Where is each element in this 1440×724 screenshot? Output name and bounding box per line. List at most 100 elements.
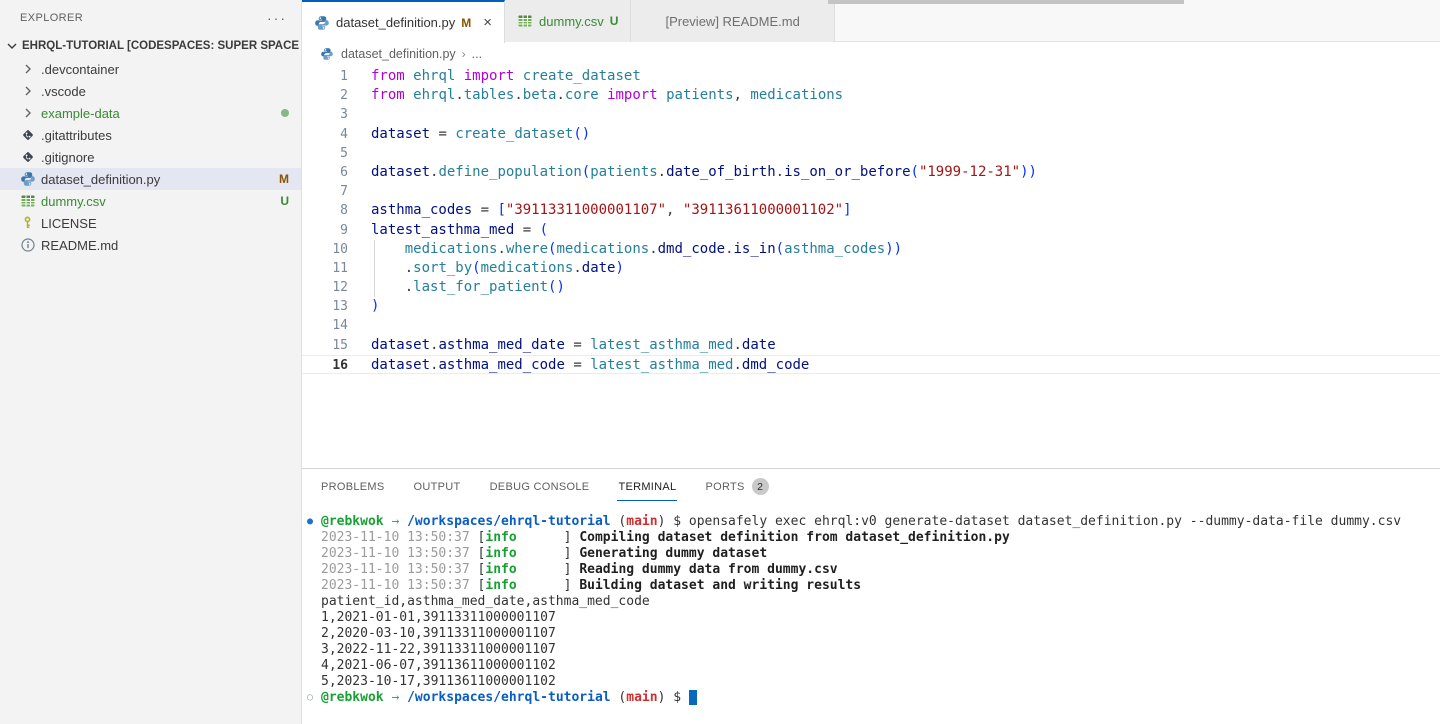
terminal-gutter (307, 626, 321, 642)
workspace-root-folder[interactable]: EHRQL-TUTORIAL [CODESPACES: SUPER SPACE … (0, 34, 301, 58)
panel-tab-output[interactable]: OUTPUT (413, 469, 462, 504)
vscode-window: EXPLORER ··· EHRQL-TUTORIAL [CODESPACES:… (0, 0, 1440, 724)
code-line-7[interactable]: 7 (302, 182, 1440, 201)
line-number: 4 (302, 125, 348, 144)
file-label: .gitattributes (41, 128, 289, 143)
code-text: dataset.asthma_med_date = latest_asthma_… (348, 336, 1440, 355)
code-text: latest_asthma_med = ( (348, 221, 1440, 240)
code-line-8[interactable]: 8asthma_codes = ["39113311000001107", "3… (302, 201, 1440, 220)
line-number: 14 (302, 316, 348, 335)
code-text: asthma_codes = ["39113311000001107", "39… (348, 201, 1440, 220)
panel-tab-label: TERMINAL (617, 472, 677, 501)
code-line-4[interactable]: 4dataset = create_dataset() (302, 125, 1440, 144)
line-number: 9 (302, 221, 348, 240)
terminal-cursor[interactable] (689, 690, 697, 705)
line-number: 12 (302, 278, 348, 297)
explorer-more-actions-icon[interactable]: ··· (267, 13, 287, 23)
code-text: .last_for_patient() (348, 278, 1440, 297)
terminal[interactable]: ●@rebkwok → /workspaces/ehrql-tutorial (… (302, 504, 1440, 706)
panel-tab-label: OUTPUT (413, 472, 462, 501)
sidebar-item--vscode[interactable]: .vscode (0, 80, 301, 102)
python-icon (314, 15, 330, 31)
sidebar-item--devcontainer[interactable]: .devcontainer (0, 58, 301, 80)
terminal-line-7: 1,2021-01-01,39113311000001107 (307, 610, 1440, 626)
sidebar-item-readme-md[interactable]: README.md (0, 234, 301, 256)
panel-tab-problems[interactable]: PROBLEMS (320, 469, 386, 504)
git-status-badge: M (279, 172, 289, 186)
close-icon[interactable]: × (483, 15, 492, 30)
sidebar-item-dummy-csv[interactable]: dummy.csvU (0, 190, 301, 212)
code-line-6[interactable]: 6dataset.define_population(patients.date… (302, 163, 1440, 182)
workspace-root-label: EHRQL-TUTORIAL [CODESPACES: SUPER SPACE … (22, 40, 301, 52)
panel-tab-ports[interactable]: PORTS2 (704, 469, 768, 504)
line-number: 7 (302, 182, 348, 201)
tab--preview-readme-md[interactable]: [Preview] README.md (631, 0, 834, 42)
terminal-line-11: 5,2023-10-17,39113611000001102 (307, 674, 1440, 690)
tab-git-status-badge: M (461, 16, 471, 30)
code-line-3[interactable]: 3 (302, 105, 1440, 124)
tab-dataset-definition-py[interactable]: dataset_definition.py M × (302, 0, 505, 43)
chevron-down-icon (4, 38, 20, 54)
panel-tab-debug-console[interactable]: DEBUG CONSOLE (489, 469, 591, 504)
file-label: .devcontainer (41, 62, 289, 77)
file-label: dataset_definition.py (41, 172, 279, 187)
line-number: 11 (302, 259, 348, 278)
file-tree: .devcontainer .vscode example-data .gitattr… (0, 58, 301, 256)
code-line-15[interactable]: 15dataset.asthma_med_date = latest_asthm… (302, 336, 1440, 355)
terminal-gutter (307, 530, 321, 546)
code-editor[interactable]: 1from ehrql import create_dataset2from e… (302, 65, 1440, 374)
code-line-11[interactable]: 11 .sort_by(medications.date) (302, 259, 1440, 278)
code-text: dataset.asthma_med_code = latest_asthma_… (348, 356, 1440, 373)
code-line-10[interactable]: 10 medications.where(medications.dmd_cod… (302, 240, 1440, 259)
terminal-gutter (307, 674, 321, 690)
code-text: from ehrql import create_dataset (348, 67, 1440, 86)
line-number: 1 (302, 67, 348, 86)
panel-tab-terminal[interactable]: TERMINAL (617, 469, 677, 504)
code-text: from ehrql.tables.beta.core import patie… (348, 86, 1440, 105)
code-line-13[interactable]: 13) (302, 297, 1440, 316)
breadcrumb-file[interactable]: dataset_definition.py (341, 47, 456, 61)
code-line-2[interactable]: 2from ehrql.tables.beta.core import pati… (302, 86, 1440, 105)
sidebar-item--gitignore[interactable]: .gitignore (0, 146, 301, 168)
editor-tab-bar: dataset_definition.py M × dummy.csv U [Previe… (302, 0, 1440, 42)
code-text (348, 316, 1440, 335)
tab-git-status-badge: U (610, 14, 619, 28)
code-line-12[interactable]: 12 .last_for_patient() (302, 278, 1440, 297)
tab-label: dummy.csv (539, 14, 604, 29)
terminal-line-1: ●@rebkwok → /workspaces/ehrql-tutorial (… (307, 514, 1440, 530)
terminal-line-6: patient_id,asthma_med_date,asthma_med_co… (307, 594, 1440, 610)
code-line-14[interactable]: 14 (302, 316, 1440, 335)
tab-dummy-csv[interactable]: dummy.csv U (505, 0, 631, 42)
line-number: 16 (302, 356, 348, 373)
terminal-gutter (307, 562, 321, 578)
line-number: 15 (302, 336, 348, 355)
tab-label: dataset_definition.py (336, 15, 455, 30)
terminal-gutter (307, 546, 321, 562)
line-number: 13 (302, 297, 348, 316)
code-line-9[interactable]: 9latest_asthma_med = ( (302, 221, 1440, 240)
code-line-1[interactable]: 1from ehrql import create_dataset (302, 67, 1440, 86)
license-key-icon (20, 215, 38, 231)
explorer-header: EXPLORER ··· (0, 0, 301, 34)
chevron-right-icon (20, 83, 38, 99)
code-text: .sort_by(medications.date) (348, 259, 1440, 278)
terminal-line-8: 2,2020-03-10,39113311000001107 (307, 626, 1440, 642)
file-label: dummy.csv (41, 194, 280, 209)
breadcrumb-more[interactable]: ... (472, 47, 482, 61)
sidebar-item--gitattributes[interactable]: .gitattributes (0, 124, 301, 146)
sidebar-item-license[interactable]: LICENSE (0, 212, 301, 234)
line-number: 5 (302, 144, 348, 163)
tabbar-scrollbar[interactable] (828, 0, 1184, 4)
file-label: .vscode (41, 84, 289, 99)
terminal-gutter (307, 610, 321, 626)
code-line-5[interactable]: 5 (302, 144, 1440, 163)
python-icon (20, 171, 38, 187)
file-label: LICENSE (41, 216, 289, 231)
line-number: 2 (302, 86, 348, 105)
terminal-gutter (307, 578, 321, 594)
sidebar-item-dataset-definition-py[interactable]: dataset_definition.pyM (0, 168, 301, 190)
code-line-16[interactable]: 16dataset.asthma_med_code = latest_asthm… (302, 355, 1440, 374)
sidebar-item-example-data[interactable]: example-data (0, 102, 301, 124)
breadcrumb: dataset_definition.py › ... (302, 42, 1440, 65)
csv-table-icon (20, 193, 38, 209)
